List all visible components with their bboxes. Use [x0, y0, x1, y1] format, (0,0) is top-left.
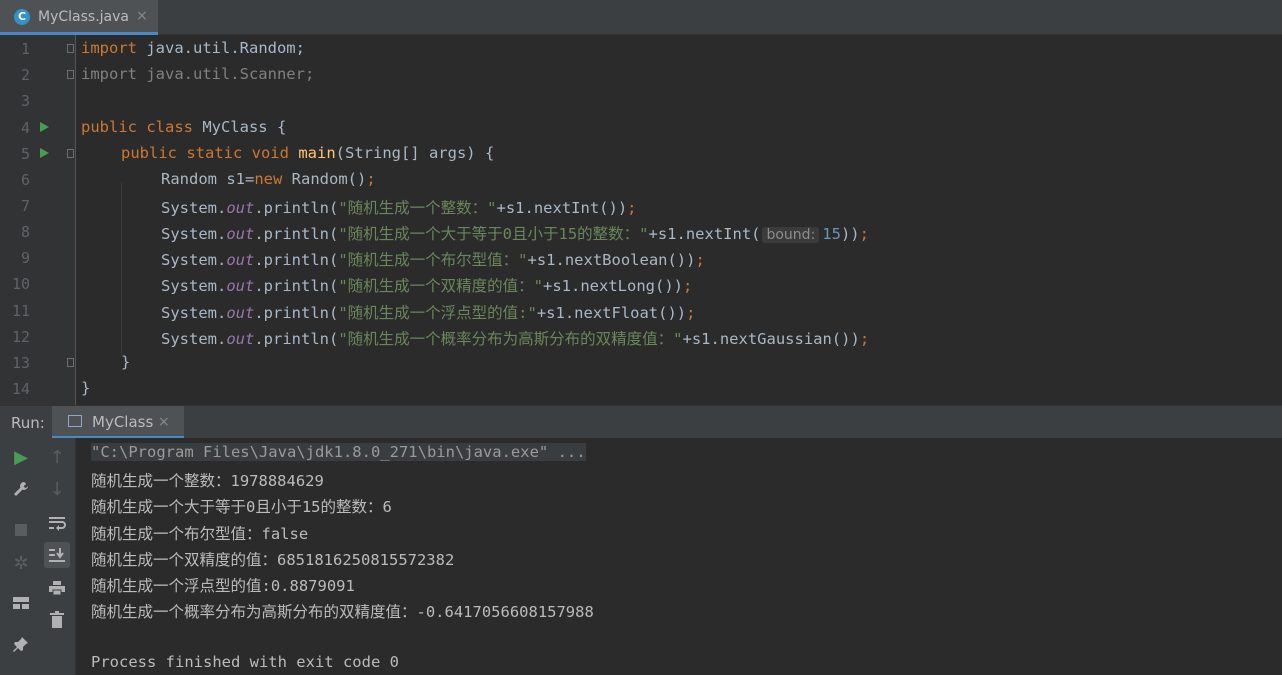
- console-line: 随机生成一个浮点型的值:0.8879091: [91, 577, 355, 595]
- run-tab-myclass[interactable]: MyClass ×: [52, 406, 184, 439]
- code-line-7: System.out.println("随机生成一个整数："+s1.nextIn…: [161, 199, 637, 217]
- line-number: 11: [11, 302, 30, 320]
- code-line-12: System.out.println("随机生成一个概率分布为高斯分布的双精度值…: [161, 330, 870, 348]
- up-arrow-icon[interactable]: ↑: [44, 444, 70, 470]
- debug-icon[interactable]: ✲: [8, 550, 34, 576]
- code-line-10: System.out.println("随机生成一个双精度的值："+s1.nex…: [161, 277, 693, 295]
- run-tab-label: MyClass: [92, 413, 154, 431]
- console-line: 随机生成一个布尔型值：false: [91, 525, 309, 543]
- line-number: 5: [20, 145, 30, 163]
- console-command-line: "C:\Program Files\Java\jdk1.8.0_271\bin\…: [91, 443, 586, 461]
- line-number: 1: [20, 40, 30, 58]
- code-line-6: Random s1=new Random();: [161, 170, 376, 188]
- line-number: 3: [20, 92, 30, 110]
- print-icon[interactable]: [44, 575, 70, 601]
- fold-marker-icon[interactable]: [67, 149, 74, 158]
- line-number: 13: [11, 354, 30, 372]
- line-number: 2: [20, 66, 30, 84]
- line-number: 14: [11, 380, 30, 398]
- console-exit-line: Process finished with exit code 0: [91, 653, 399, 671]
- stop-icon[interactable]: [8, 517, 34, 543]
- close-run-tab-icon[interactable]: ×: [158, 414, 170, 430]
- trash-icon[interactable]: [44, 607, 70, 633]
- gutter-divider: [75, 35, 76, 405]
- line-number: 9: [20, 249, 30, 267]
- code-line-13: }: [121, 353, 131, 371]
- line-number: 10: [11, 275, 30, 293]
- editor-tab-bar: C MyClass.java ×: [0, 0, 1282, 35]
- pin-icon[interactable]: [8, 631, 34, 657]
- code-line-4: public class MyClass {: [81, 118, 287, 136]
- fold-marker-icon[interactable]: [67, 70, 74, 79]
- console-output[interactable]: "C:\Program Files\Java\jdk1.8.0_271\bin\…: [76, 438, 1282, 675]
- code-line-5: public static void main(String[] args) {: [121, 144, 495, 162]
- soft-wrap-icon[interactable]: [44, 510, 70, 536]
- editor-tab-label: MyClass.java: [38, 9, 129, 25]
- indent-guide: [121, 183, 122, 355]
- console-line: 随机生成一个整数：1978884629: [91, 472, 324, 490]
- layout-icon[interactable]: [8, 590, 34, 616]
- code-line-1: import java.util.Random;: [81, 39, 305, 57]
- down-arrow-icon[interactable]: ↓: [44, 476, 70, 502]
- close-tab-icon[interactable]: ×: [136, 8, 148, 24]
- run-main-gutter-icon[interactable]: [40, 148, 49, 158]
- line-number-gutter: 1 2 3 4 5 6 7 8 9 10 11 12 13 14: [0, 35, 76, 405]
- editor-tab-myclass[interactable]: C MyClass.java ×: [0, 0, 158, 35]
- code-line-8: System.out.println("随机生成一个大于等于0且小于15的整数：…: [161, 225, 869, 243]
- console-line: 随机生成一个大于等于0且小于15的整数：6: [91, 498, 392, 516]
- run-panel-label: Run:: [11, 414, 45, 432]
- code-line-14: }: [81, 379, 91, 397]
- console-line: 随机生成一个概率分布为高斯分布的双精度值：-0.6417056608157988: [91, 603, 594, 621]
- fold-marker-icon[interactable]: [67, 358, 74, 367]
- run-class-gutter-icon[interactable]: [40, 122, 49, 132]
- wrench-icon[interactable]: [8, 476, 34, 502]
- line-number: 4: [20, 119, 30, 137]
- code-line-2: import java.util.Scanner;: [81, 65, 315, 83]
- code-line-9: System.out.println("随机生成一个布尔型值："+s1.next…: [161, 251, 705, 269]
- scroll-to-end-icon[interactable]: [44, 542, 70, 568]
- run-toolbar: ▶ ✲ ↑ ↓: [0, 438, 76, 675]
- parameter-hint: bound:: [762, 227, 820, 243]
- line-number: 12: [11, 328, 30, 346]
- fold-marker-icon[interactable]: [67, 44, 74, 53]
- console-line: 随机生成一个双精度的值：6851816250815572382: [91, 551, 455, 569]
- line-number: 6: [20, 171, 30, 189]
- java-class-icon: C: [14, 9, 30, 25]
- run-icon[interactable]: ▶: [8, 444, 34, 470]
- run-config-icon: [68, 415, 82, 427]
- run-tool-window-header: Run: MyClass ×: [0, 405, 1282, 439]
- line-number: 7: [20, 197, 30, 215]
- line-number: 8: [20, 223, 30, 241]
- code-editor[interactable]: 1 2 3 4 5 6 7 8 9 10 11 12 13 14 import …: [0, 35, 1282, 405]
- code-line-11: System.out.println("随机生成一个浮点型的值:"+s1.nex…: [161, 304, 696, 322]
